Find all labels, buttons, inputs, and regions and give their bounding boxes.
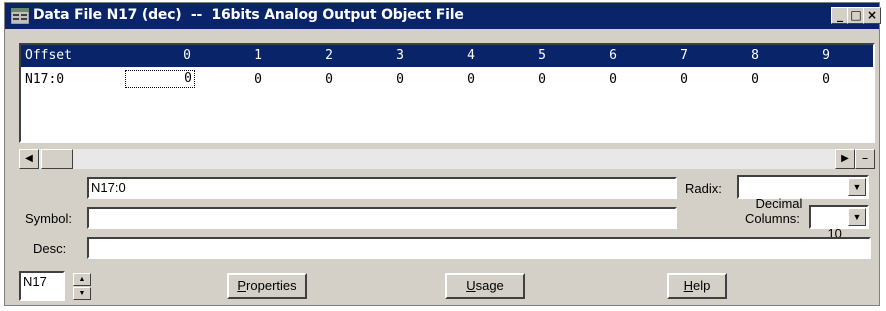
chevron-down-icon[interactable]: ▼ — [848, 178, 866, 196]
column-header[interactable]: 5 — [516, 48, 546, 63]
column-header[interactable]: 9 — [800, 48, 830, 63]
data-cell[interactable]: 0 — [303, 72, 333, 87]
data-cell[interactable]: 0 — [587, 72, 617, 87]
offset-header: Offset — [25, 48, 72, 63]
column-header[interactable]: 0 — [161, 48, 191, 63]
table-row: N17:0 0 0 0 0 0 0 0 0 0 0 — [21, 69, 873, 89]
column-header[interactable]: 3 — [374, 48, 404, 63]
help-accel: H — [683, 278, 694, 293]
column-header[interactable]: 8 — [729, 48, 759, 63]
horizontal-scrollbar[interactable]: ◀ ▶ – — [19, 149, 875, 169]
grid-header-row: Offset 0 1 2 3 4 5 6 7 8 9 — [21, 45, 873, 67]
columns-label: Columns: — [745, 211, 800, 226]
selected-cell[interactable]: 0 — [125, 70, 195, 88]
data-grid[interactable]: Offset 0 1 2 3 4 5 6 7 8 9 N17:0 0 0 0 0… — [19, 43, 875, 143]
data-cell[interactable]: 0 — [729, 72, 759, 87]
data-file-icon — [10, 7, 30, 25]
row-address[interactable]: N17:0 — [25, 72, 64, 87]
properties-label: roperties — [246, 278, 297, 293]
collapse-icon[interactable]: – — [855, 149, 875, 169]
data-cell[interactable]: 0 — [445, 72, 475, 87]
scroll-right-icon[interactable]: ▶ — [835, 149, 855, 169]
chevron-down-icon[interactable]: ▼ — [848, 208, 866, 226]
address-field[interactable]: N17:0 — [87, 177, 677, 199]
spin-up-icon[interactable]: ▲ — [73, 273, 91, 286]
desc-field[interactable] — [87, 237, 871, 259]
scroll-left-icon[interactable]: ◀ — [19, 149, 39, 169]
desc-label: Desc: — [33, 241, 67, 256]
columns-select[interactable]: 10 ▼ — [809, 205, 869, 241]
data-cell[interactable]: 0 — [374, 72, 404, 87]
properties-button[interactable]: Properties — [227, 273, 307, 299]
column-header[interactable]: 7 — [658, 48, 688, 63]
radix-label: Radix: — [685, 181, 722, 196]
symbol-field[interactable] — [87, 207, 677, 229]
usage-accel: U — [466, 278, 476, 293]
data-cell[interactable]: 0 — [516, 72, 546, 87]
title-bar[interactable]: Data File N17 (dec) -- 16bits Analog Out… — [5, 3, 881, 29]
help-label: elp — [693, 278, 711, 293]
spin-down-icon[interactable]: ▼ — [73, 287, 91, 300]
radix-select[interactable]: Decimal ▼ — [737, 175, 869, 211]
radix-value: Decimal — [755, 196, 803, 211]
close-button[interactable]: × — [863, 7, 881, 24]
scroll-thumb[interactable] — [41, 149, 73, 169]
column-header[interactable]: 4 — [445, 48, 475, 63]
column-header[interactable]: 2 — [303, 48, 333, 63]
usage-button[interactable]: Usage — [445, 273, 525, 299]
column-header[interactable]: 1 — [232, 48, 262, 63]
window-title: Data File N17 (dec) -- 16bits Analog Out… — [33, 7, 464, 23]
data-cell[interactable]: 0 — [658, 72, 688, 87]
help-button[interactable]: Help — [667, 273, 727, 299]
data-cell[interactable]: 0 — [232, 72, 262, 87]
file-number-field[interactable]: N17 — [19, 271, 65, 301]
column-header[interactable]: 6 — [587, 48, 617, 63]
data-cell[interactable]: 0 — [800, 72, 830, 87]
symbol-label: Symbol: — [25, 211, 72, 226]
usage-label: sage — [475, 278, 504, 293]
data-file-window: Data File N17 (dec) -- 16bits Analog Out… — [4, 2, 881, 306]
properties-accel: P — [237, 278, 247, 293]
